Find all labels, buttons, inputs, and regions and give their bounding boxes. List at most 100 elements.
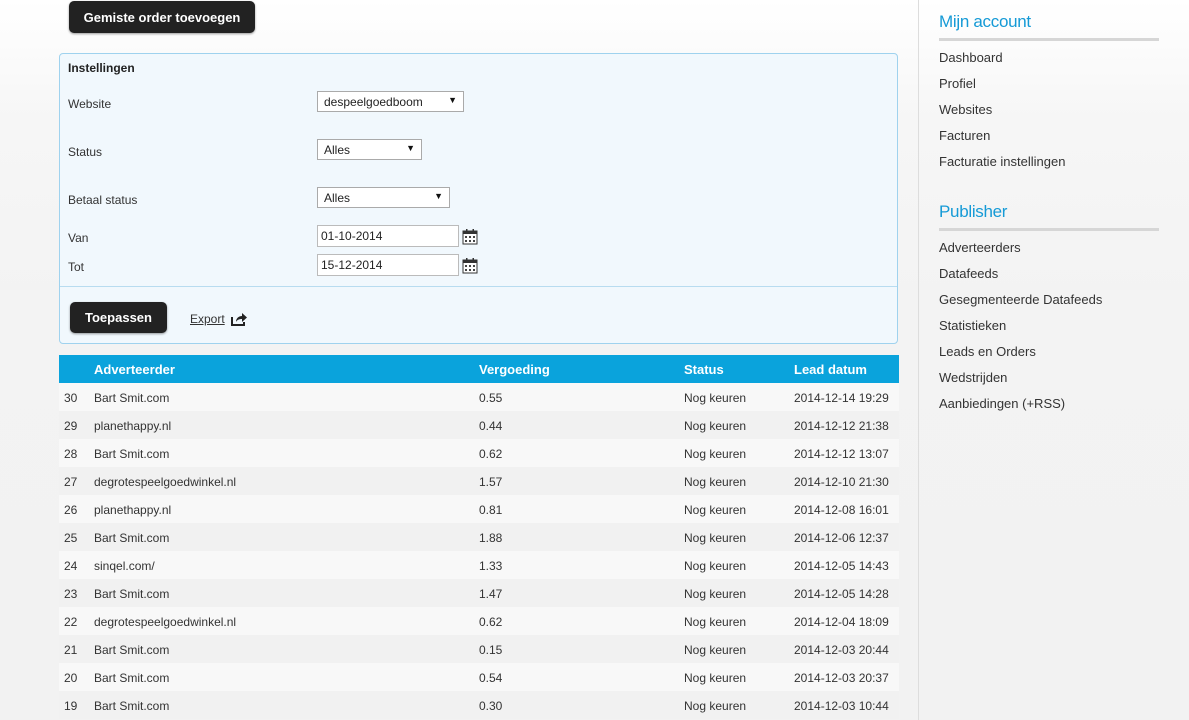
table-row[interactable]: 22 degrotespeelgoedwinkel.nl 0.62 Nog keure…: [59, 607, 899, 635]
cell-status: Nog keuren: [684, 699, 747, 713]
cell-advertiser: sinqel.com/: [94, 559, 155, 573]
cell-status: Nog keuren: [684, 503, 747, 517]
cell-status: Nog keuren: [684, 475, 747, 489]
cell-status: Nog keuren: [684, 671, 747, 685]
cell-fee: 0.54: [479, 671, 503, 685]
cell-id: 22: [64, 615, 78, 629]
cell-fee: 0.15: [479, 643, 503, 657]
cell-lead-date: 2014-12-05 14:43: [794, 559, 889, 573]
cell-advertiser: degrotespeelgoedwinkel.nl: [94, 475, 237, 489]
cell-lead-date: 2014-12-06 12:37: [794, 531, 889, 545]
sidebar-item-wedstrijden[interactable]: Wedstrijden: [939, 370, 1007, 385]
to-date-label: Tot: [68, 260, 85, 274]
sidebar-item-leads-en-orders[interactable]: Leads en Orders: [939, 344, 1036, 359]
cell-lead-date: 2014-12-03 20:44: [794, 643, 889, 657]
cell-id: 19: [64, 699, 78, 713]
cell-status: Nog keuren: [684, 531, 747, 545]
cell-lead-date: 2014-12-05 14:28: [794, 587, 889, 601]
cell-id: 20: [64, 671, 78, 685]
sidebar-item-websites[interactable]: Websites: [939, 102, 992, 117]
cell-advertiser: Bart Smit.com: [94, 531, 170, 545]
sidebar-item-profiel[interactable]: Profiel: [939, 76, 976, 91]
cell-advertiser: Bart Smit.com: [94, 671, 170, 685]
cell-fee: 1.33: [479, 559, 503, 573]
sidebar-item-facturatie-instellingen[interactable]: Facturatie instellingen: [939, 154, 1065, 169]
account-heading: Mijn account: [939, 12, 1031, 31]
cell-status: Nog keuren: [684, 615, 747, 629]
cell-id: 21: [64, 643, 78, 657]
cell-id: 24: [64, 559, 78, 573]
table-row[interactable]: 20 Bart Smit.com 0.54 Nog keuren 2014-12-03 …: [59, 663, 899, 691]
cell-id: 30: [64, 391, 78, 405]
cell-status: Nog keuren: [684, 643, 747, 657]
sidebar-item-datafeeds[interactable]: Datafeeds: [939, 266, 998, 281]
sidebar-item-aanbiedingen-rss[interactable]: Aanbiedingen (+RSS): [939, 396, 1065, 411]
cell-fee: 0.62: [479, 615, 503, 629]
cell-fee: 1.47: [479, 587, 503, 601]
pay-status-label: Betaal status: [68, 193, 138, 207]
cell-id: 25: [64, 531, 78, 545]
cell-id: 28: [64, 447, 78, 461]
cell-id: 27: [64, 475, 78, 489]
table-header: Adverteerder Vergoeding Status Lead datu…: [59, 355, 899, 383]
sidebar-item-gesegmenteerde-datafeeds[interactable]: Gesegmenteerde Datafeeds: [939, 292, 1102, 307]
chevron-down-icon: ▼: [448, 95, 457, 105]
status-select-value: Alles: [324, 143, 351, 157]
table-row[interactable]: 30 Bart Smit.com 0.55 Nog keuren 2014-12-14 …: [59, 383, 899, 411]
cell-fee: 0.62: [479, 447, 503, 461]
export-link[interactable]: Export: [190, 312, 225, 326]
table-row[interactable]: 27 degrotespeelgoedwinkel.nl 1.57 Nog keure…: [59, 467, 899, 495]
cell-fee: 1.57: [479, 475, 503, 489]
table-row[interactable]: 26 planethappy.nl 0.81 Nog keuren 2014-12-08…: [59, 495, 899, 523]
table-body: 30 Bart Smit.com 0.55 Nog keuren 2014-12-14 …: [59, 383, 899, 719]
cell-advertiser: Bart Smit.com: [94, 699, 170, 713]
cell-advertiser: Bart Smit.com: [94, 587, 170, 601]
cell-lead-date: 2014-12-08 16:01: [794, 503, 889, 517]
sidebar-item-dashboard[interactable]: Dashboard: [939, 50, 1003, 65]
chevron-down-icon: ▼: [434, 191, 443, 201]
table-row[interactable]: 21 Bart Smit.com 0.15 Nog keuren 2014-12-03 …: [59, 635, 899, 663]
table-row[interactable]: 23 Bart Smit.com 1.47 Nog keuren 2014-12-05 …: [59, 579, 899, 607]
sidebar-item-statistieken[interactable]: Statistieken: [939, 318, 1006, 333]
sidebar-item-adverteerders[interactable]: Adverteerders: [939, 240, 1021, 255]
website-select-value: despeelgoedboom: [324, 95, 423, 109]
calendar-icon[interactable]: [462, 258, 478, 274]
cell-status: Nog keuren: [684, 391, 747, 405]
apply-button[interactable]: Toepassen: [70, 302, 167, 333]
cell-fee: 0.44: [479, 419, 503, 433]
column-header-fee[interactable]: Vergoeding: [479, 362, 550, 377]
status-label: Status: [68, 145, 103, 159]
column-header-status[interactable]: Status: [684, 362, 724, 377]
table-row[interactable]: 28 Bart Smit.com 0.62 Nog keuren 2014-12-12 …: [59, 439, 899, 467]
cell-status: Nog keuren: [684, 559, 747, 573]
leads-table: Adverteerder Vergoeding Status Lead datu…: [59, 355, 899, 719]
cell-lead-date: 2014-12-12 21:38: [794, 419, 889, 433]
export-arrow-icon[interactable]: [231, 312, 247, 326]
table-row[interactable]: 29 planethappy.nl 0.44 Nog keuren 2014-12-12…: [59, 411, 899, 439]
table-row[interactable]: 25 Bart Smit.com 1.88 Nog keuren 2014-12-06 …: [59, 523, 899, 551]
from-date-input[interactable]: 01-10-2014: [317, 225, 459, 247]
sidebar-divider: [918, 0, 919, 720]
cell-status: Nog keuren: [684, 587, 747, 601]
table-row[interactable]: 19 Bart Smit.com 0.30 Nog keuren 2014-12-03 …: [59, 691, 899, 719]
to-date-input[interactable]: 15-12-2014: [317, 254, 459, 276]
website-select[interactable]: despeelgoedboom ▼: [317, 91, 464, 112]
calendar-icon[interactable]: [462, 229, 478, 245]
cell-advertiser: Bart Smit.com: [94, 391, 170, 405]
pay-status-select[interactable]: Alles ▼: [317, 187, 450, 208]
column-header-advertiser[interactable]: Adverteerder: [94, 362, 175, 377]
sidebar-item-facturen[interactable]: Facturen: [939, 128, 990, 143]
settings-title: Instellingen: [68, 61, 135, 75]
table-row[interactable]: 24 sinqel.com/1.33 Nog keuren 2014-12-05 14…: [59, 551, 899, 579]
cell-advertiser: planethappy.nl: [94, 419, 172, 433]
status-select[interactable]: Alles ▼: [317, 139, 422, 160]
add-missing-order-button[interactable]: Gemiste order toevoegen: [69, 1, 255, 33]
settings-panel: Instellingen Website despeelgoedboom ▼ S…: [59, 53, 898, 344]
heading-rule: [939, 38, 1159, 41]
from-date-label: Van: [68, 231, 89, 245]
cell-advertiser: planethappy.nl: [94, 503, 172, 517]
cell-fee: 0.55: [479, 391, 503, 405]
website-label: Website: [68, 97, 112, 111]
cell-fee: 0.81: [479, 503, 503, 517]
column-header-lead-date[interactable]: Lead datum: [794, 362, 867, 377]
